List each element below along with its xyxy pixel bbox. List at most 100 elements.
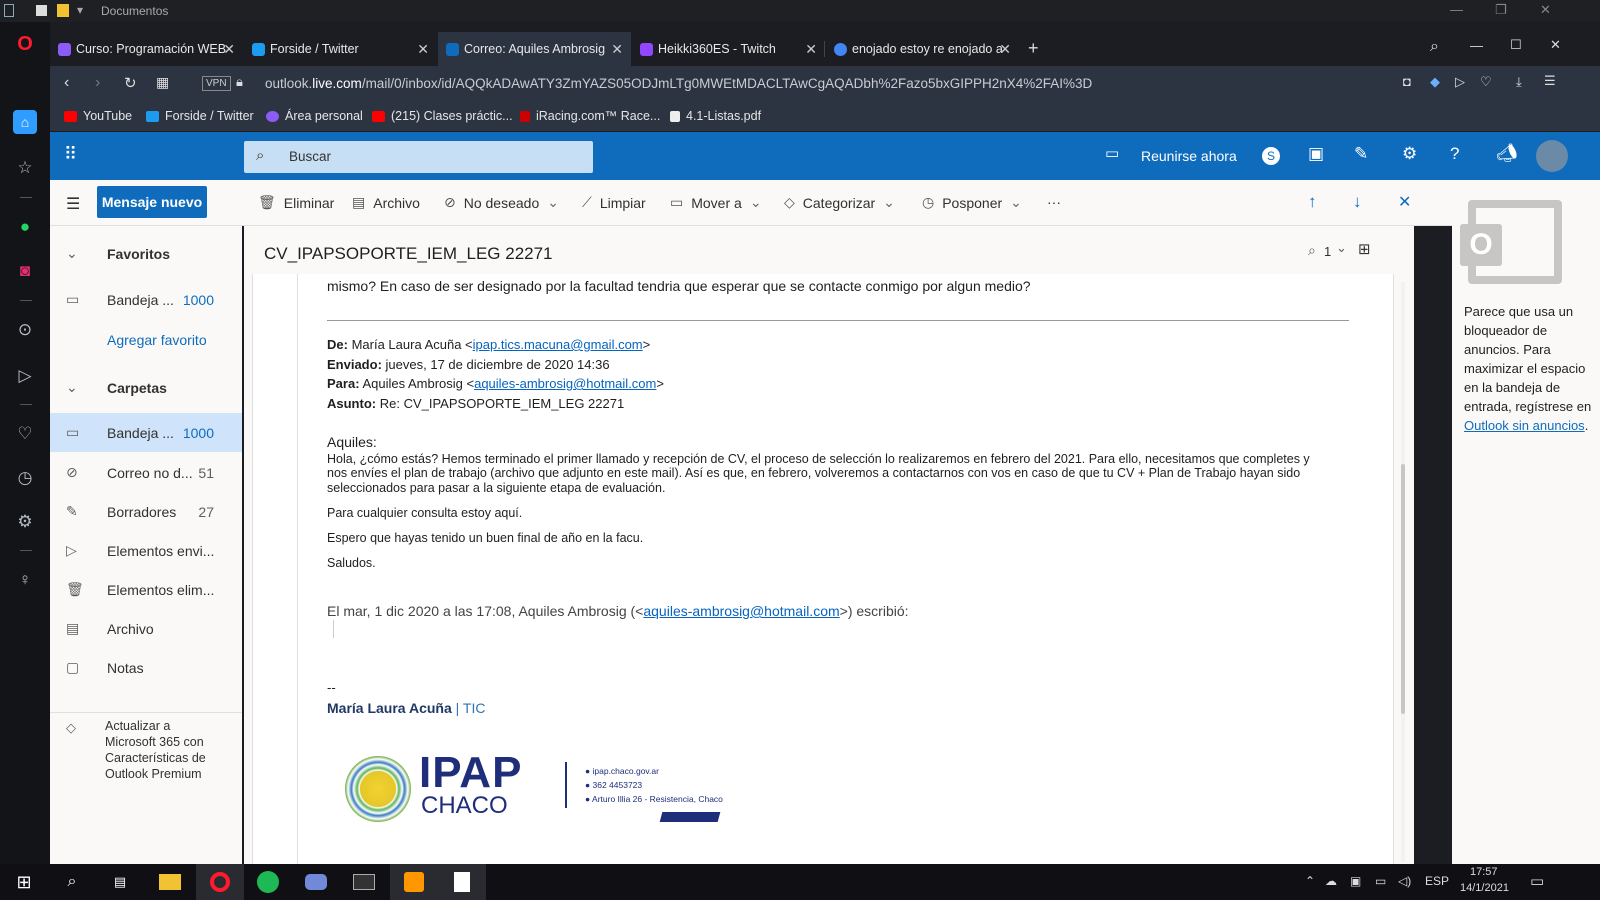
close-tab-icon[interactable]: ✕ xyxy=(417,41,429,58)
bookmark-clases[interactable]: (215) Clases práctic... xyxy=(372,109,513,123)
settings-icon[interactable]: ⚙ xyxy=(13,510,37,534)
send-icon[interactable]: ▷ xyxy=(13,364,37,388)
download-icon[interactable]: ⤓ xyxy=(1516,74,1522,90)
folder-notes[interactable]: ▢ Notas xyxy=(50,648,242,687)
chevron-down-icon[interactable]: ⌄ xyxy=(1336,240,1347,256)
folder-deleted[interactable]: 🗑︎ Elementos elim... xyxy=(50,570,242,609)
search-box[interactable]: ⌕ Buscar xyxy=(244,141,593,173)
add-favorite-link[interactable]: Agregar favorito xyxy=(50,320,242,359)
minimize-icon[interactable]: — xyxy=(1450,2,1463,17)
favorites-header[interactable]: ⌄ Favoritos xyxy=(50,234,242,273)
close-tab-icon[interactable]: ✕ xyxy=(611,41,623,58)
opera-logo-icon[interactable]: O xyxy=(13,32,37,56)
attachment-icon[interactable]: ⌕ xyxy=(1308,242,1316,259)
whats-new-icon[interactable]: 📣︎ xyxy=(1496,144,1518,164)
tray-chevron-icon[interactable]: ⌃ xyxy=(1305,874,1315,888)
todo-icon[interactable]: ✎ xyxy=(1354,144,1368,164)
folders-header[interactable]: ⌄ Carpetas xyxy=(50,368,242,407)
search-tabs-icon[interactable]: ⌕ xyxy=(1430,38,1439,56)
clock-time[interactable]: 17:57 xyxy=(1470,866,1498,878)
volume-icon[interactable]: ◁) xyxy=(1398,874,1411,888)
spotify-icon[interactable] xyxy=(244,864,292,900)
forward-icon[interactable]: › xyxy=(95,74,100,92)
search-taskbar-icon[interactable]: ⌕ xyxy=(48,864,96,900)
lock-icon[interactable]: 🔒︎ xyxy=(236,74,243,90)
minimize-browser-icon[interactable]: — xyxy=(1470,38,1483,53)
close-icon[interactable]: ✕ xyxy=(1540,2,1551,18)
instagram-icon[interactable]: ◙ xyxy=(13,259,37,283)
file-explorer-icon[interactable] xyxy=(146,864,194,900)
meet-now-button[interactable]: Reunirse ahora xyxy=(1141,148,1237,164)
back-icon[interactable]: ‹ xyxy=(64,74,69,92)
maximize-browser-icon[interactable]: ☐ xyxy=(1510,37,1522,53)
tab-twitter[interactable]: Forside / Twitter ✕ xyxy=(244,32,437,66)
junk-button[interactable]: ⊘ No deseado ⌄ xyxy=(444,194,559,211)
close-tab-icon[interactable]: ✕ xyxy=(223,41,235,58)
whatsapp-icon[interactable]: ● xyxy=(13,215,37,239)
bookmark-iracing[interactable]: iRacing.com™ Race... xyxy=(520,109,660,123)
url-field[interactable]: outlook.live.com/mail/0/inbox/id/AQQkADA… xyxy=(265,76,1092,91)
sweep-button[interactable]: ⟋ Limpiar xyxy=(582,194,646,211)
upgrade-link[interactable]: Actualizar a Microsoft 365 con Caracterí… xyxy=(105,718,215,782)
categorize-button[interactable]: ◇ Categorizar ⌄ xyxy=(784,194,895,211)
onedrive-icon[interactable]: ☁ xyxy=(1325,874,1337,888)
video-icon[interactable]: ▭ xyxy=(1105,144,1119,162)
skype-icon[interactable]: S xyxy=(1262,147,1280,165)
settings-icon[interactable]: ⚙ xyxy=(1402,144,1417,164)
folder-drafts[interactable]: ✎ Borradores 27 xyxy=(50,492,242,531)
hamburger-icon[interactable]: ☰ xyxy=(66,194,80,214)
help-icon[interactable]: ? xyxy=(1450,144,1459,164)
dropdown-icon[interactable]: ▾ xyxy=(77,3,83,17)
lightbulb-icon[interactable]: ♀ xyxy=(13,568,37,592)
arrow-down-icon[interactable]: ↓ xyxy=(1353,192,1362,212)
folder-archive[interactable]: ▤ Archivo xyxy=(50,609,242,648)
heart-icon[interactable]: ♡ xyxy=(13,422,37,446)
expand-icon[interactable]: ⊞ xyxy=(1358,240,1371,258)
office-icon[interactable]: ▣ xyxy=(1308,144,1324,164)
terminal-icon[interactable] xyxy=(340,864,388,900)
close-browser-icon[interactable]: ✕ xyxy=(1550,37,1561,53)
notifications-icon[interactable]: ▭ xyxy=(1530,872,1544,890)
snapshot-icon[interactable]: ◘ xyxy=(1403,74,1411,89)
app-launcher-icon[interactable]: ⠿ xyxy=(64,144,77,165)
arrow-up-icon[interactable]: ↑ xyxy=(1308,192,1317,212)
new-message-button[interactable]: Mensaje nuevo xyxy=(97,186,207,218)
home-icon[interactable]: ⌂ xyxy=(13,110,37,134)
folder-sent[interactable]: ▷ Elementos envi... xyxy=(50,531,242,570)
language-indicator[interactable]: ESP xyxy=(1425,874,1449,888)
network-icon[interactable]: ▭ xyxy=(1375,874,1386,888)
vpn-badge[interactable]: VPN xyxy=(202,76,231,91)
sublime-icon[interactable] xyxy=(390,864,438,900)
bookmark-twitter[interactable]: Forside / Twitter xyxy=(146,109,254,123)
opera-taskbar-icon[interactable] xyxy=(196,864,244,900)
from-email-link[interactable]: ipap.tics.macuna@gmail.com xyxy=(473,337,643,352)
send-page-icon[interactable]: ▷ xyxy=(1455,74,1465,90)
bookmark-youtube[interactable]: YouTube xyxy=(64,109,132,123)
folder-inbox[interactable]: ▭ Bandeja ... 1000 xyxy=(50,413,242,452)
close-message-icon[interactable]: ✕ xyxy=(1398,192,1411,212)
scrollbar-thumb[interactable] xyxy=(1401,464,1405,714)
archive-button[interactable]: ▤ Archivo xyxy=(352,194,420,211)
restore-icon[interactable]: ❐ xyxy=(1495,2,1507,18)
more-actions-button[interactable]: ··· xyxy=(1047,194,1061,210)
tabs-grid-icon[interactable]: ▦ xyxy=(156,74,169,91)
delete-button[interactable]: 🗑︎ Eliminar xyxy=(258,194,334,211)
tab-twitch[interactable]: Heikki360ES - Twitch ✕ xyxy=(632,32,825,66)
ad-free-link[interactable]: Outlook sin anuncios xyxy=(1464,418,1585,433)
easy-setup-icon[interactable]: ☰ xyxy=(1544,73,1556,89)
star-icon[interactable]: ☆ xyxy=(13,156,37,180)
snooze-button[interactable]: ◷ Posponer ⌄ xyxy=(922,194,1022,211)
device-icon[interactable]: ▣ xyxy=(1350,874,1361,888)
avatar[interactable] xyxy=(1536,140,1568,172)
new-tab-icon[interactable]: + xyxy=(1028,38,1039,59)
document-taskbar-icon[interactable] xyxy=(438,864,486,900)
attachment-count[interactable]: 1 xyxy=(1324,244,1331,259)
shield-icon[interactable]: ◆ xyxy=(1430,74,1440,90)
close-tab-icon[interactable]: ✕ xyxy=(999,41,1011,58)
quote-email-link[interactable]: aquiles-ambrosig@hotmail.com xyxy=(643,603,839,619)
history-icon[interactable]: ◷ xyxy=(13,466,37,490)
tab-google[interactable]: enojado estoy re enojado a ✕ xyxy=(826,32,1019,66)
favorite-inbox[interactable]: ▭ Bandeja ... 1000 xyxy=(50,280,242,319)
tab-course[interactable]: Curso: Programación WEB ✕ xyxy=(50,32,243,66)
bookmark-area-personal[interactable]: Área personal xyxy=(266,109,363,123)
